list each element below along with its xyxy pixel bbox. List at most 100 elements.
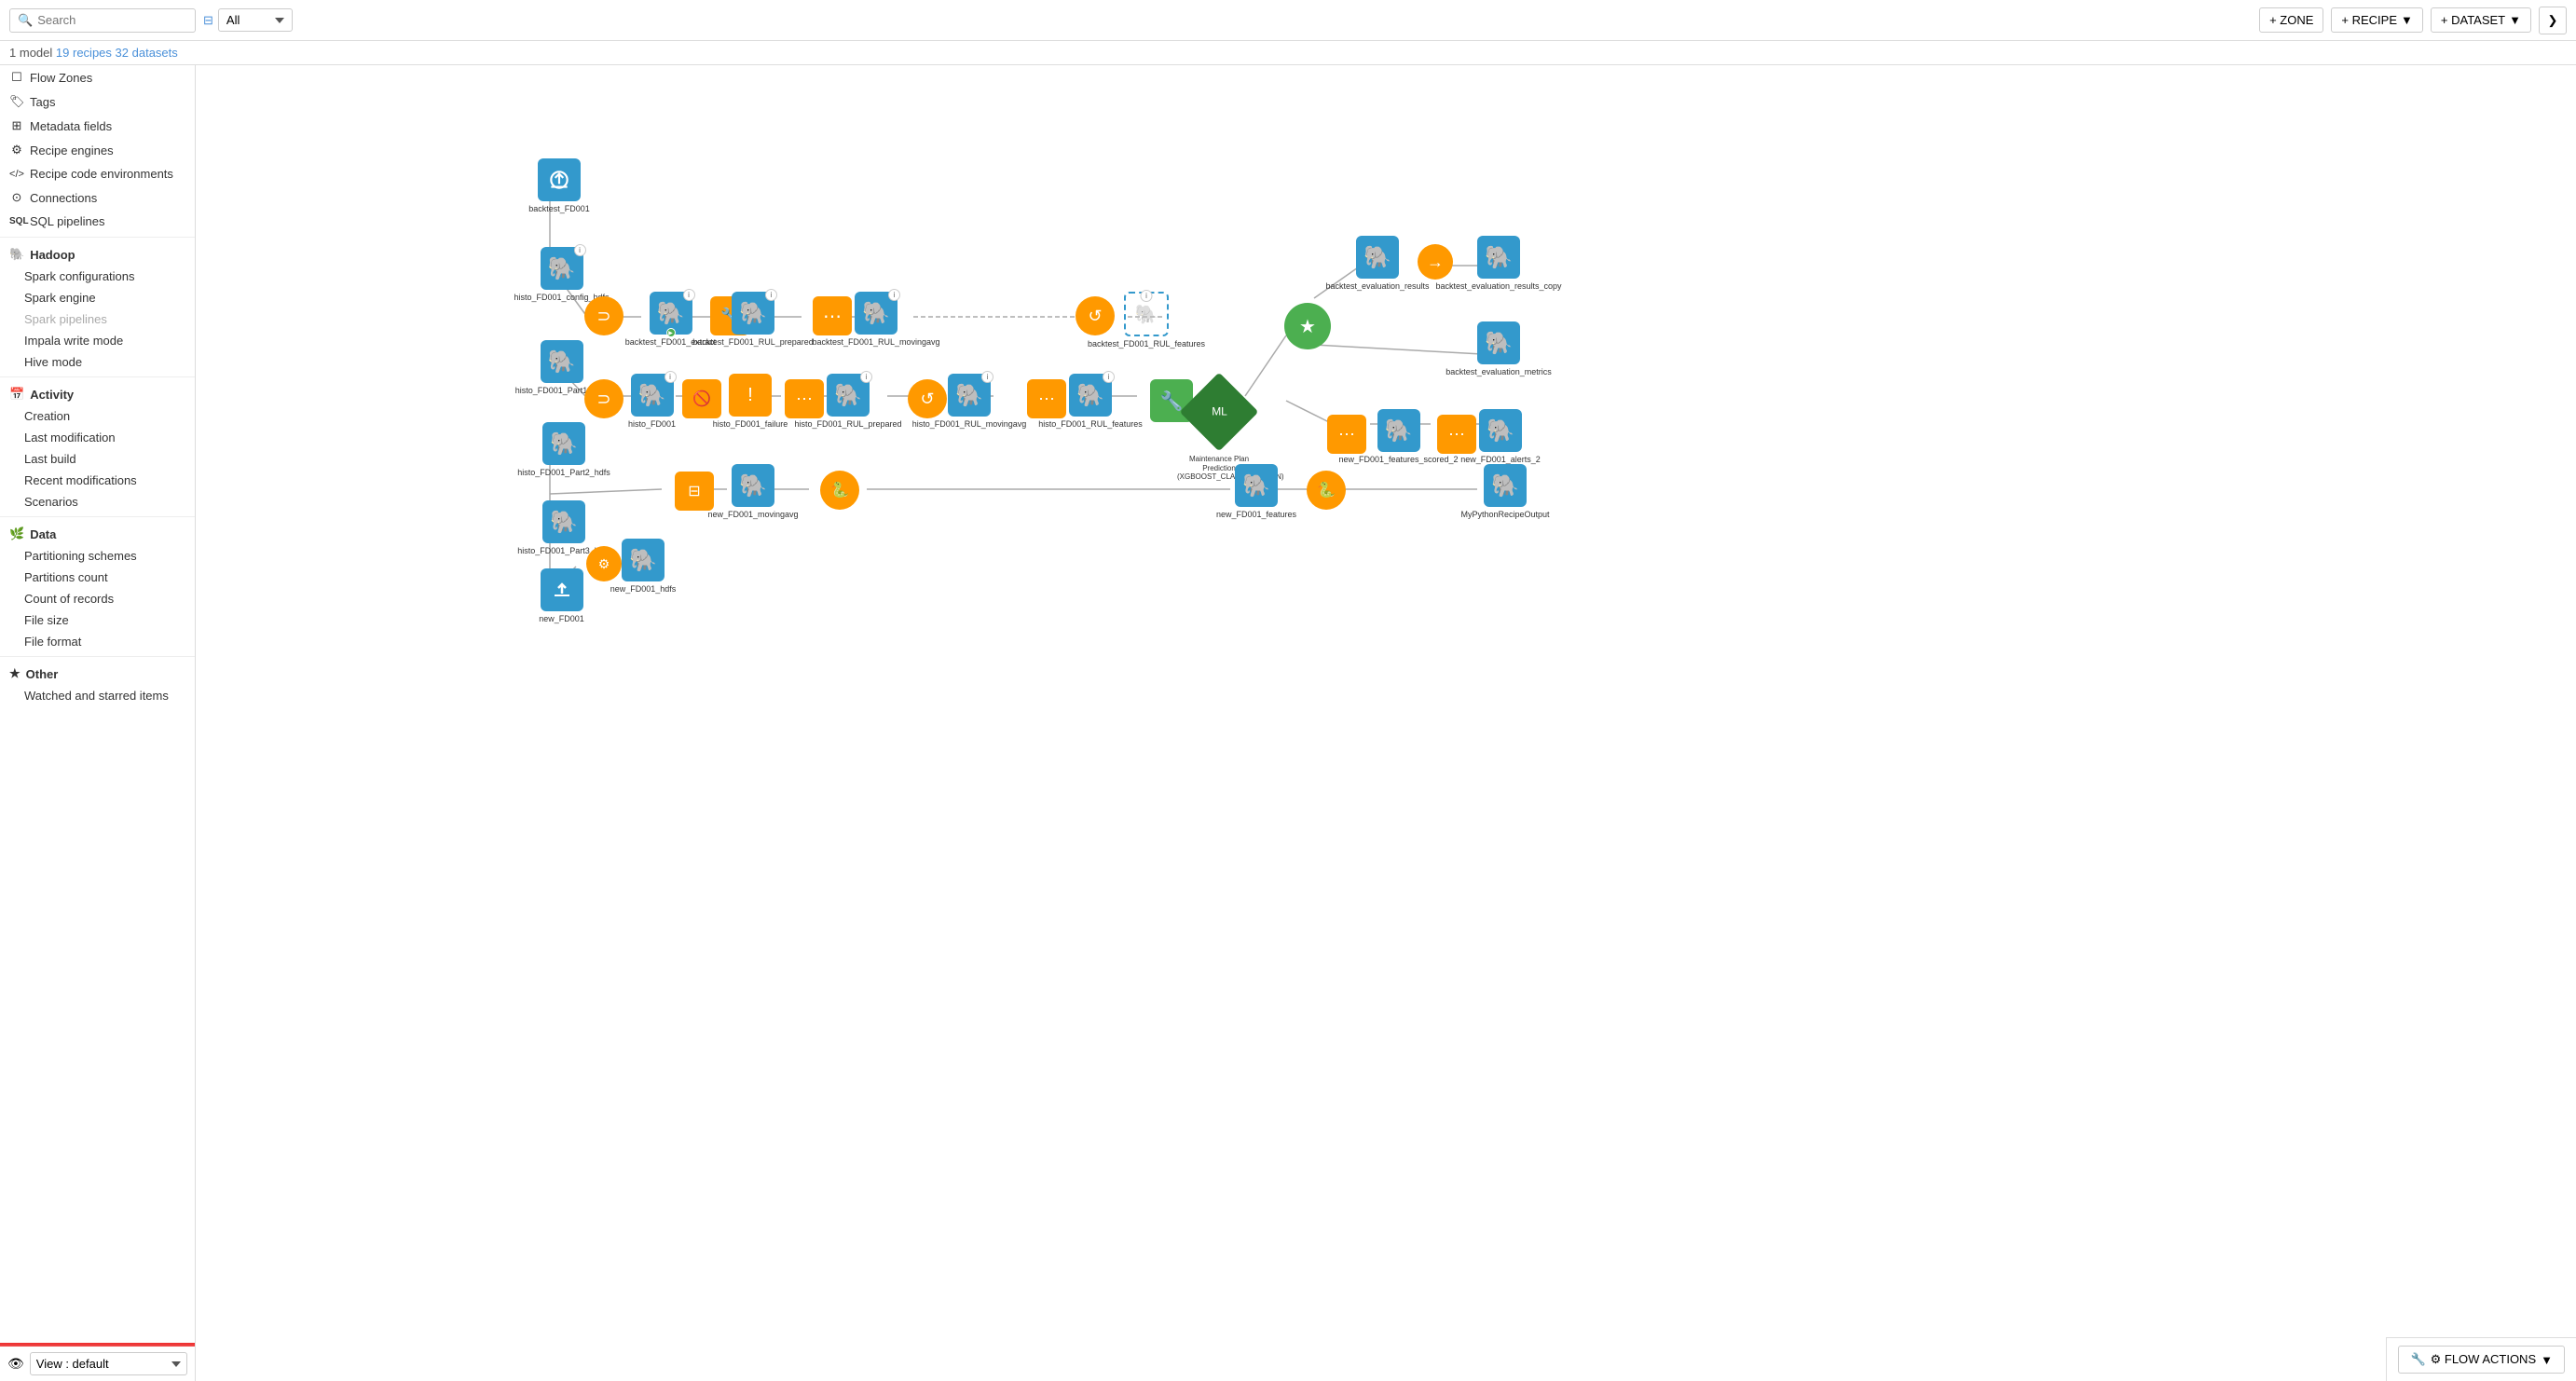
node-label-histo-failure: histo_FD001_failure (713, 419, 788, 430)
dataset-button[interactable]: + DATASET ▼ (2431, 7, 2531, 33)
code-env-label: Recipe code environments (30, 167, 173, 181)
sidebar-section-activity[interactable]: 📅 Activity (0, 381, 195, 405)
node-label-features-scored: new_FD001_features_scored_2 (1338, 455, 1458, 465)
node-part2-hdfs[interactable]: 🐘 histo_FD001_Part2_hdfs (527, 422, 601, 478)
filter-select[interactable]: All (218, 8, 293, 32)
recipes-label-link[interactable]: recipes (73, 46, 116, 60)
node-histo-config[interactable]: 🐘 i histo_FD001_config_hdfs (527, 247, 596, 303)
node-histo-rul-movingavg[interactable]: 🐘 i histo_FD001_RUL_movingavg (932, 374, 1007, 430)
file-format-label: File format (24, 635, 81, 649)
sidebar-item-scenarios[interactable]: Scenarios (0, 491, 195, 513)
code-env-icon: </> (9, 169, 24, 180)
node-icon-eval-results: 🐘 (1356, 236, 1399, 279)
node-icon-python2: 🐍 (1307, 471, 1346, 510)
sidebar: ☐ Flow Zones 🏷 Tags ⊞ Metadata fields ⚙ … (0, 65, 196, 1381)
node-orange-spin-1[interactable]: ↺ (1062, 296, 1128, 335)
back-button[interactable]: ❯ (2539, 7, 2567, 34)
flow-actions-button[interactable]: 🔧 ⚙ FLOW ACTIONS ▼ (2398, 1346, 2565, 1374)
spark-pipelines-label: Spark pipelines (24, 312, 107, 326)
sidebar-item-flow-zones[interactable]: ☐ Flow Zones (0, 65, 195, 89)
sidebar-item-metadata[interactable]: ⊞ Metadata fields (0, 114, 195, 138)
view-eye-icon: 👁 (7, 1356, 24, 1372)
node-new-movingavg[interactable]: 🐘 new_FD001_movingavg (716, 464, 790, 520)
sidebar-item-hive[interactable]: Hive mode (0, 351, 195, 373)
spark-engine-label: Spark engine (24, 291, 96, 305)
sidebar-item-file-size[interactable]: File size (0, 609, 195, 631)
sidebar-item-sql[interactable]: SQL SQL pipelines (0, 210, 195, 233)
sidebar-item-last-build[interactable]: Last build (0, 448, 195, 470)
node-alerts[interactable]: 🐘 new_FD001_alerts_2 (1463, 409, 1538, 465)
recipe-engines-icon: ⚙ (9, 143, 24, 157)
node-filter-1[interactable]: ⊃ (571, 296, 637, 335)
node-backtest-eval-copy[interactable]: 🐘 backtest_evaluation_results_copy (1461, 236, 1536, 292)
sidebar-section-other[interactable]: ★ Other (0, 661, 195, 685)
node-histo-rul-prepared[interactable]: 🐘 i histo_FD001_RUL_prepared (811, 374, 885, 430)
search-box[interactable]: 🔍 (9, 8, 196, 33)
node-arrow-orange[interactable]: → (1403, 244, 1468, 280)
flow-canvas[interactable]: backtest_FD001 🐘 i histo_FD001_config_hd… (196, 65, 2576, 1381)
node-eval-metrics[interactable]: 🐘 backtest_evaluation_metrics (1461, 321, 1536, 377)
datasets-count-link[interactable]: 32 (116, 46, 129, 60)
node-rul-movingavg[interactable]: 🐘 i backtest_FD001_RUL_movingavg (839, 292, 913, 348)
sidebar-item-watched[interactable]: Watched and starred items (0, 685, 195, 706)
node-icon-histo-rul-ma: 🐘 i (948, 374, 991, 417)
sidebar-section-data[interactable]: 🌿 Data (0, 521, 195, 545)
sidebar-item-file-format[interactable]: File format (0, 631, 195, 652)
node-rul-prepared[interactable]: 🐘 i backtest_FD001_RUL_prepared (716, 292, 790, 348)
sql-label: SQL pipelines (30, 214, 104, 228)
sidebar-item-connections[interactable]: ⊙ Connections (0, 185, 195, 210)
node-icon-part3: 🐘 (542, 500, 585, 543)
node-icon-new-features: 🐘 (1235, 464, 1278, 507)
filter-icon: ⊟ (203, 13, 213, 28)
flow-actions-label: ⚙ FLOW ACTIONS (2431, 1352, 2537, 1367)
node-orange-small[interactable]: ⚙ (571, 546, 637, 581)
flow-actions-dropdown-icon: ▼ (2541, 1353, 2553, 1367)
recipe-button[interactable]: + RECIPE ▼ (2331, 7, 2422, 33)
recipes-count-link[interactable]: 19 (56, 46, 69, 60)
activity-label: Activity (30, 388, 74, 402)
node-diamond[interactable]: ML Maintenance Plan Prediction (XGBOOST_… (1182, 375, 1256, 449)
sidebar-item-recipe-engines[interactable]: ⚙ Recipe engines (0, 138, 195, 162)
node-python-output[interactable]: 🐘 MyPythonRecipeOutput (1463, 464, 1547, 520)
node-icon-eval-metrics: 🐘 (1477, 321, 1520, 364)
last-build-label: Last build (24, 452, 76, 466)
sidebar-item-partitioning[interactable]: Partitioning schemes (0, 545, 195, 567)
sidebar-item-count-records[interactable]: Count of records (0, 588, 195, 609)
watched-label: Watched and starred items (24, 689, 169, 703)
model-label: model (20, 46, 52, 60)
sidebar-section-hadoop[interactable]: 🐘 Hadoop (0, 241, 195, 266)
node-python-orange[interactable]: 🐍 (807, 471, 872, 510)
node-label-rul-prepared: backtest_FD001_RUL_prepared (692, 337, 814, 348)
sidebar-item-recent-modifications[interactable]: Recent modifications (0, 470, 195, 491)
node-histo-rul-features[interactable]: 🐘 i histo_FD001_RUL_features (1053, 374, 1128, 430)
summary-bar: 1 model 19 recipes 32 datasets (0, 41, 2576, 65)
scenarios-label: Scenarios (24, 495, 78, 509)
sidebar-item-impala[interactable]: Impala write mode (0, 330, 195, 351)
data-label: Data (30, 527, 56, 541)
sidebar-item-last-modification[interactable]: Last modification (0, 427, 195, 448)
node-icon-arrow-orange: → (1418, 244, 1453, 280)
node-new-features[interactable]: 🐘 new_FD001_features (1219, 464, 1294, 520)
zone-button[interactable]: + ZONE (2259, 7, 2323, 33)
node-icon-histo: 🐘 i (631, 374, 674, 417)
node-backtest-fd001[interactable]: backtest_FD001 (527, 158, 592, 214)
datasets-label-link[interactable]: datasets (132, 46, 178, 60)
node-python-2[interactable]: 🐍 (1294, 471, 1359, 510)
node-green-round[interactable]: ★ (1275, 303, 1340, 349)
sidebar-item-partitions-count[interactable]: Partitions count (0, 567, 195, 588)
node-icon-rul-movingavg: 🐘 i (855, 292, 897, 335)
search-input[interactable] (37, 13, 187, 27)
sidebar-item-tags[interactable]: 🏷 Tags (0, 89, 195, 114)
sidebar-item-spark-engine[interactable]: Spark engine (0, 287, 195, 308)
sidebar-item-code-env[interactable]: </> Recipe code environments (0, 162, 195, 185)
node-icon-histo-config: 🐘 i (541, 247, 583, 290)
divider-4 (0, 656, 195, 657)
dataset-dropdown-icon: ▼ (2509, 13, 2521, 27)
sidebar-item-spark-config[interactable]: Spark configurations (0, 266, 195, 287)
filter-area: ⊟ All (203, 8, 293, 32)
sidebar-item-creation[interactable]: Creation (0, 405, 195, 427)
sidebar-item-spark-pipelines[interactable]: Spark pipelines (0, 308, 195, 330)
header: 🔍 ⊟ All + ZONE + RECIPE ▼ + DATASET ▼ ❯ (0, 0, 2576, 41)
node-icon-features-scored: 🐘 (1377, 409, 1420, 452)
view-select[interactable]: View : default (30, 1352, 187, 1375)
